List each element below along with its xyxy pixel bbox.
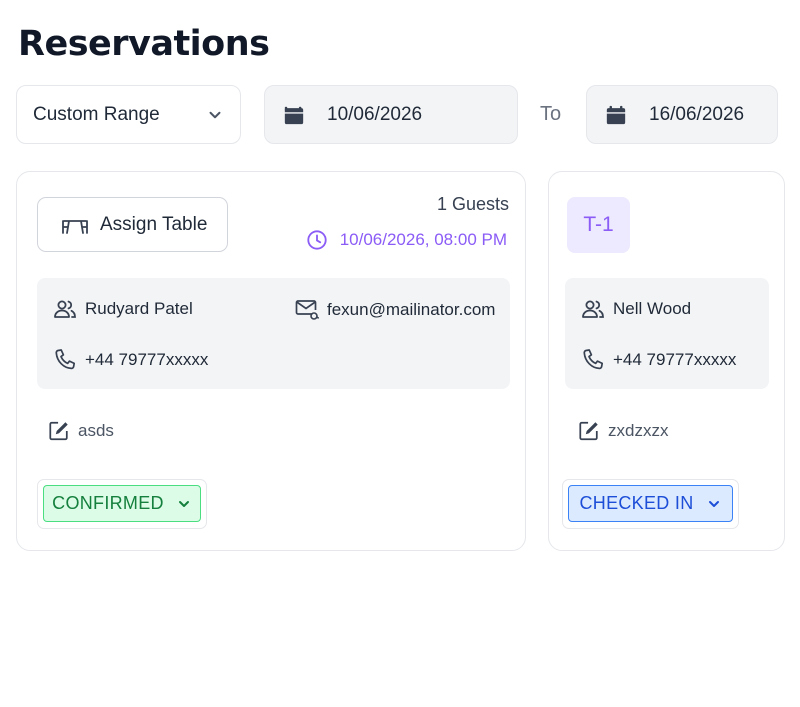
date-from-input[interactable]: 10/06/2026: [264, 85, 518, 144]
mail-icon: [295, 300, 319, 320]
status-select[interactable]: CONFIRMED: [37, 479, 207, 529]
clock-icon: [307, 230, 327, 250]
guest-info-panel: Nell Wood +44 79777xxxxx: [565, 278, 769, 389]
table-badge[interactable]: T-1: [567, 197, 630, 253]
range-select-value: Custom Range: [33, 103, 160, 125]
calendar-icon: [284, 106, 304, 124]
guest-name: Rudyard Patel: [53, 299, 193, 319]
note-text: zxdzxzx: [608, 421, 669, 440]
reservation-datetime: 10/06/2026, 08:00 PM: [339, 230, 507, 249]
chevron-down-icon: [209, 111, 221, 119]
guest-phone: +44 79777xxxxx: [53, 348, 208, 372]
guest-count: 1 Guests: [436, 194, 509, 214]
reservation-card: Assign Table 1 Guests 10/06/2026, 08:00 …: [16, 171, 526, 551]
date-from-value: 10/06/2026: [327, 103, 423, 125]
guest-name: Nell Wood: [581, 299, 691, 319]
filter-bar: Custom Range 10/06/2026 To 16/06/2026: [0, 0, 800, 150]
phone-icon: [583, 349, 604, 370]
reservation-note: zxdzxzx: [578, 420, 668, 442]
reservation-card: T-1 Nell Wood +44 79777xxxxx zxdzxzx CHE…: [548, 171, 785, 551]
edit-icon: [579, 421, 598, 441]
guest-phone-text: +44 79777xxxxx: [85, 350, 209, 369]
date-to-input[interactable]: 16/06/2026: [586, 85, 778, 144]
reservation-note: asds: [48, 420, 114, 442]
guest-email: fexun@mailinator.com: [295, 299, 495, 321]
date-to-value: 16/06/2026: [649, 103, 745, 125]
phone-icon: [55, 349, 76, 370]
status-pill[interactable]: CHECKED IN: [568, 485, 733, 522]
status-label: CONFIRMED: [52, 493, 164, 513]
reservation-time: 10/06/2026, 08:00 PM: [306, 229, 507, 251]
status-select[interactable]: CHECKED IN: [562, 479, 739, 529]
users-icon: [54, 300, 76, 318]
edit-icon: [49, 421, 68, 441]
note-text: asds: [78, 421, 114, 440]
guest-info-panel: Rudyard Patel fexun@mailinator.com +44 7…: [37, 278, 510, 389]
chevron-down-icon: [708, 500, 719, 507]
guest-name-text: Nell Wood: [613, 299, 692, 318]
calendar-icon: [606, 105, 626, 124]
status-pill[interactable]: CONFIRMED: [43, 485, 201, 522]
guest-email-text: fexun@mailinator.com: [327, 300, 496, 319]
chevron-down-icon: [178, 500, 189, 507]
table-icon: [62, 219, 88, 234]
guest-name-text: Rudyard Patel: [85, 299, 193, 318]
status-label: CHECKED IN: [579, 493, 694, 513]
users-icon: [582, 300, 604, 318]
assign-table-button[interactable]: Assign Table: [37, 197, 228, 252]
to-label: To: [540, 103, 562, 125]
guest-phone: +44 79777xxxxx: [581, 348, 736, 372]
assign-table-label: Assign Table: [100, 213, 208, 235]
range-select[interactable]: Custom Range: [16, 85, 241, 144]
guest-phone-text: +44 79777xxxxx: [613, 350, 737, 369]
